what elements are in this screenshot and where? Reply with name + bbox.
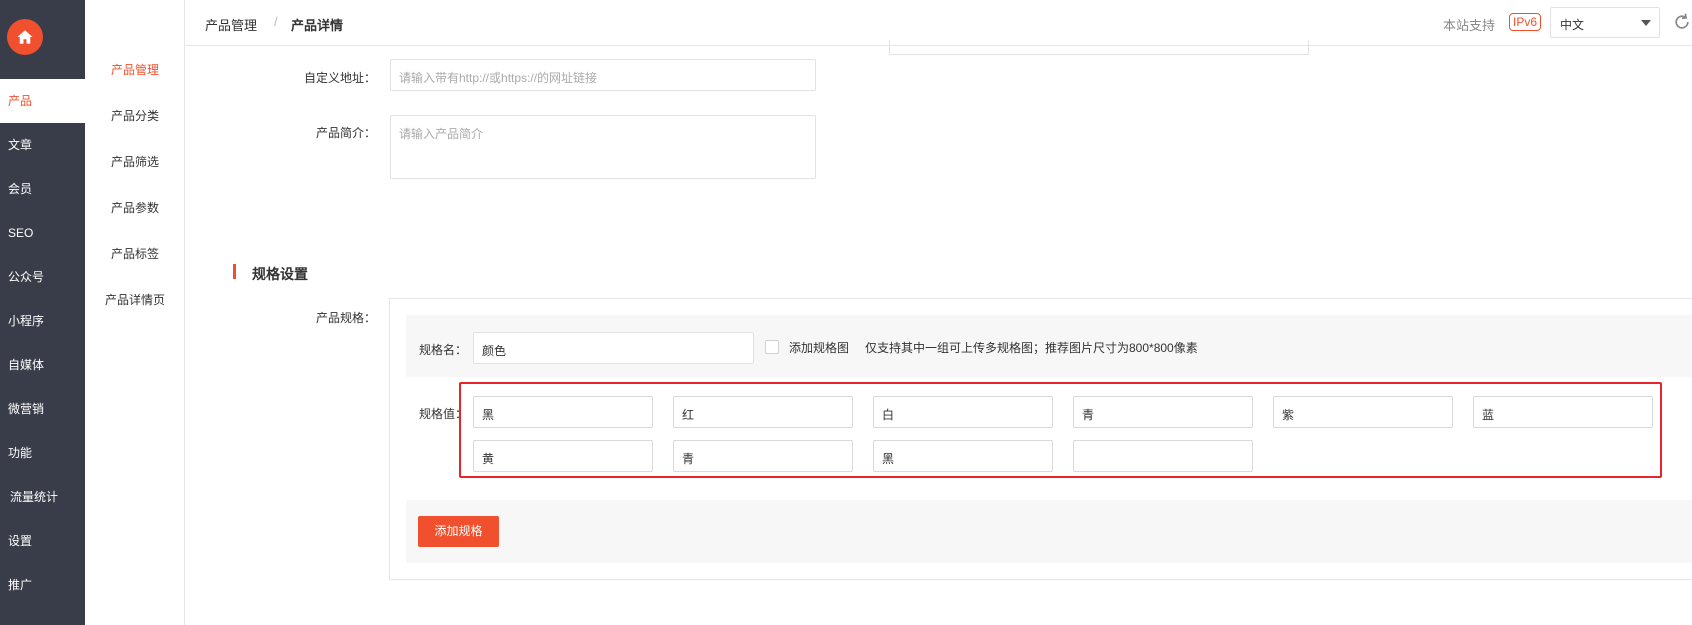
nav-item-functions[interactable]: 功能 [0, 431, 85, 475]
spec-section-title: 规格设置 [252, 266, 308, 282]
nav-item-micro-marketing[interactable]: 微营销 [0, 387, 85, 431]
intro-label: 产品简介： [315, 126, 376, 140]
home-icon [17, 30, 33, 44]
highlight-frame [459, 382, 1662, 478]
nav-item-promotion[interactable]: 推广 [0, 563, 85, 607]
add-spec-button[interactable]: 添加规格 [418, 516, 499, 547]
submenu-product-category[interactable]: 产品分类 [85, 107, 185, 124]
logo-area [0, 0, 85, 79]
nav-item-mini-program[interactable]: 小程序 [0, 299, 85, 343]
spec-image-hint: 仅支持其中一组可上传多规格图；推荐图片尺寸为800*800像素 [865, 341, 1198, 355]
submenu-product-filter[interactable]: 产品筛选 [85, 153, 185, 170]
add-spec-image-checkbox[interactable] [765, 340, 779, 354]
spec-footer [406, 500, 1692, 563]
nav-item-traffic-stats[interactable]: 流量统计 [0, 475, 85, 519]
breadcrumb-product-detail: 产品详情 [291, 18, 344, 33]
language-select[interactable]: 中文 [1550, 7, 1660, 38]
language-value: 中文 [1560, 18, 1585, 32]
partial-upper-box [889, 40, 1309, 55]
nav-item-member[interactable]: 会员 [0, 167, 85, 211]
submenu-product-detail-page[interactable]: 产品详情页 [85, 291, 185, 308]
submenu-product-params[interactable]: 产品参数 [85, 199, 185, 216]
custom-url-label: 自定义地址： [303, 71, 376, 85]
add-spec-image-label[interactable]: 添加规格图 [789, 339, 849, 356]
main-sidebar: 产品 文章 会员 SEO 公众号 小程序 自媒体 微营销 功能 流量统计 设置 … [0, 0, 85, 625]
ipv6-badge: IPv6 [1509, 13, 1542, 31]
home-button[interactable] [7, 19, 43, 55]
spec-name-label: 规格名： [419, 343, 468, 357]
breadcrumb-product-management[interactable]: 产品管理 [205, 15, 257, 34]
spec-name-value: 颜色 [482, 344, 507, 358]
nav-item-settings[interactable]: 设置 [0, 519, 85, 563]
nav-item-self-media[interactable]: 自媒体 [0, 343, 85, 387]
submenu-product-tags[interactable]: 产品标签 [85, 245, 185, 262]
chevron-down-icon [1641, 20, 1651, 26]
nav-item-article[interactable]: 文章 [0, 123, 85, 167]
section-marker [233, 264, 236, 279]
custom-url-input[interactable]: 请输入带有http://或https://的网址链接 [390, 59, 816, 91]
refresh-icon[interactable] [1672, 12, 1692, 32]
support-text: 本站支持 [1443, 18, 1496, 33]
spec-field-label: 产品规格： [315, 311, 376, 325]
nav-item-product[interactable]: 产品 [0, 79, 85, 123]
intro-textarea[interactable]: 请输入产品简介 [390, 115, 816, 179]
intro-placeholder: 请输入产品简介 [399, 127, 484, 141]
nav-item-official-account[interactable]: 公众号 [0, 255, 85, 299]
spec-name-input[interactable]: 颜色 [473, 332, 754, 364]
nav-item-seo[interactable]: SEO [0, 211, 85, 255]
submenu-product-management[interactable]: 产品管理 [85, 61, 185, 78]
breadcrumb-separator: / [274, 14, 278, 29]
custom-url-placeholder: 请输入带有http://或https://的网址链接 [399, 71, 598, 85]
sub-menu: 产品管理 产品分类 产品筛选 产品参数 产品标签 产品详情页 [85, 0, 185, 625]
